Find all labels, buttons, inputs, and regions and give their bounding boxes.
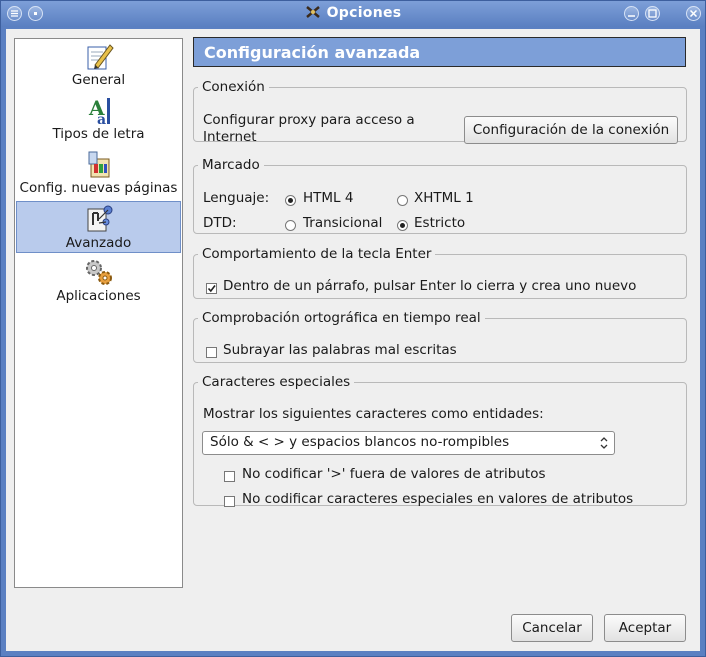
sidebar-item-label: Config. nuevas páginas (19, 180, 178, 196)
checkmark-icon (207, 285, 216, 293)
page-title: Configuración avanzada (204, 43, 421, 62)
gears-icon (85, 260, 112, 285)
enter-key-legend: Comportamiento de la tecla Enter (202, 246, 432, 262)
xhtml1-radio[interactable] (397, 195, 408, 206)
proxy-description-line1: Configurar proxy para acceso a (203, 112, 415, 128)
sidebar-item-new-page[interactable]: Config. nuevas páginas (16, 147, 181, 199)
entities-prompt: Mostrar los siguientes caracteres como e… (203, 406, 544, 422)
minimize-button[interactable] (624, 6, 639, 21)
html4-label[interactable]: HTML 4 (303, 190, 353, 206)
strict-radio[interactable] (397, 220, 408, 231)
sidebar-item-label: Avanzado (65, 235, 132, 251)
sidebar-item-applications[interactable]: Aplicaciones (16, 255, 181, 307)
window-title-text: Opciones (326, 5, 402, 21)
connection-settings-button[interactable]: Configuración de la conexión (464, 116, 678, 144)
underline-misspelled-checkbox[interactable] (206, 347, 217, 358)
underline-misspelled-label[interactable]: Subrayar las palabras mal escritas (223, 342, 457, 358)
app-icon (305, 6, 320, 18)
transitional-label[interactable]: Transicional (303, 215, 382, 231)
new-page-icon (88, 151, 109, 178)
language-label: Lenguaje: (203, 190, 270, 206)
xhtml1-label[interactable]: XHTML 1 (414, 190, 474, 206)
maximize-button[interactable] (645, 6, 660, 21)
close-icon (689, 9, 698, 18)
markup-group: Marcado Lenguaje: HTML 4 XHTML 1 DTD: Tr… (193, 157, 687, 234)
connection-group: Conexión Configurar proxy para acceso a … (193, 79, 687, 145)
enter-closes-paragraph-checkbox[interactable] (206, 283, 217, 294)
sidebar-item-general[interactable]: General (16, 39, 181, 91)
close-button[interactable] (686, 6, 701, 21)
title-bar[interactable]: Opciones (1, 1, 705, 27)
svg-text:a: a (97, 112, 106, 125)
spellcheck-legend: Comprobación ortográfica en tiempo real (202, 310, 481, 326)
no-encode-gt-label[interactable]: No codificar '>' fuera de valores de atr… (242, 466, 546, 482)
font-icon: A a (88, 96, 110, 125)
sidebar-item-label: General (71, 72, 126, 88)
section-header: Configuración avanzada (193, 37, 686, 67)
markup-legend: Marcado (202, 157, 260, 173)
cancel-button[interactable]: Cancelar (511, 614, 593, 642)
no-encode-special-label[interactable]: No codificar caracteres especiales en va… (242, 491, 633, 507)
advanced-icon (87, 205, 112, 232)
minimize-icon (628, 15, 635, 17)
enter-key-group: Comportamiento de la tecla Enter Dentro … (193, 246, 687, 299)
no-encode-special-checkbox[interactable] (224, 496, 235, 507)
strict-label[interactable]: Estricto (414, 215, 465, 231)
entities-select[interactable]: Sólo & < > y espacios blancos no-rompibl… (202, 431, 615, 455)
sidebar-item-advanced[interactable]: Avanzado (16, 201, 181, 253)
special-characters-group: Caracteres especiales Mostrar los siguie… (193, 374, 687, 507)
maximize-icon (648, 9, 657, 18)
pencil-icon (87, 44, 114, 70)
sidebar-item-label: Tipos de letra (52, 126, 145, 142)
entities-select-value: Sólo & < > y espacios blancos no-rompibl… (210, 434, 510, 450)
options-window: Opciones General A a Tipos de letra Conf… (0, 0, 706, 657)
dtd-label: DTD: (203, 215, 237, 231)
spellcheck-group: Comprobación ortográfica en tiempo real … (193, 310, 687, 363)
html4-radio[interactable] (285, 195, 296, 206)
proxy-description-line2: Internet (203, 129, 257, 145)
category-sidebar: General A a Tipos de letra Config. nueva… (14, 38, 183, 588)
sidebar-item-fonts[interactable]: A a Tipos de letra (16, 93, 181, 145)
transitional-radio[interactable] (285, 220, 296, 231)
window-title: Opciones (1, 5, 705, 21)
dialog-body: General A a Tipos de letra Config. nueva… (6, 29, 700, 651)
chevron-updown-icon (600, 437, 608, 449)
sidebar-item-label: Aplicaciones (56, 288, 141, 304)
accept-button[interactable]: Aceptar (604, 614, 686, 642)
enter-closes-paragraph-label[interactable]: Dentro de un párrafo, pulsar Enter lo ci… (223, 278, 636, 294)
no-encode-gt-checkbox[interactable] (224, 471, 235, 482)
special-characters-legend: Caracteres especiales (202, 374, 351, 390)
connection-legend: Conexión (202, 79, 265, 95)
